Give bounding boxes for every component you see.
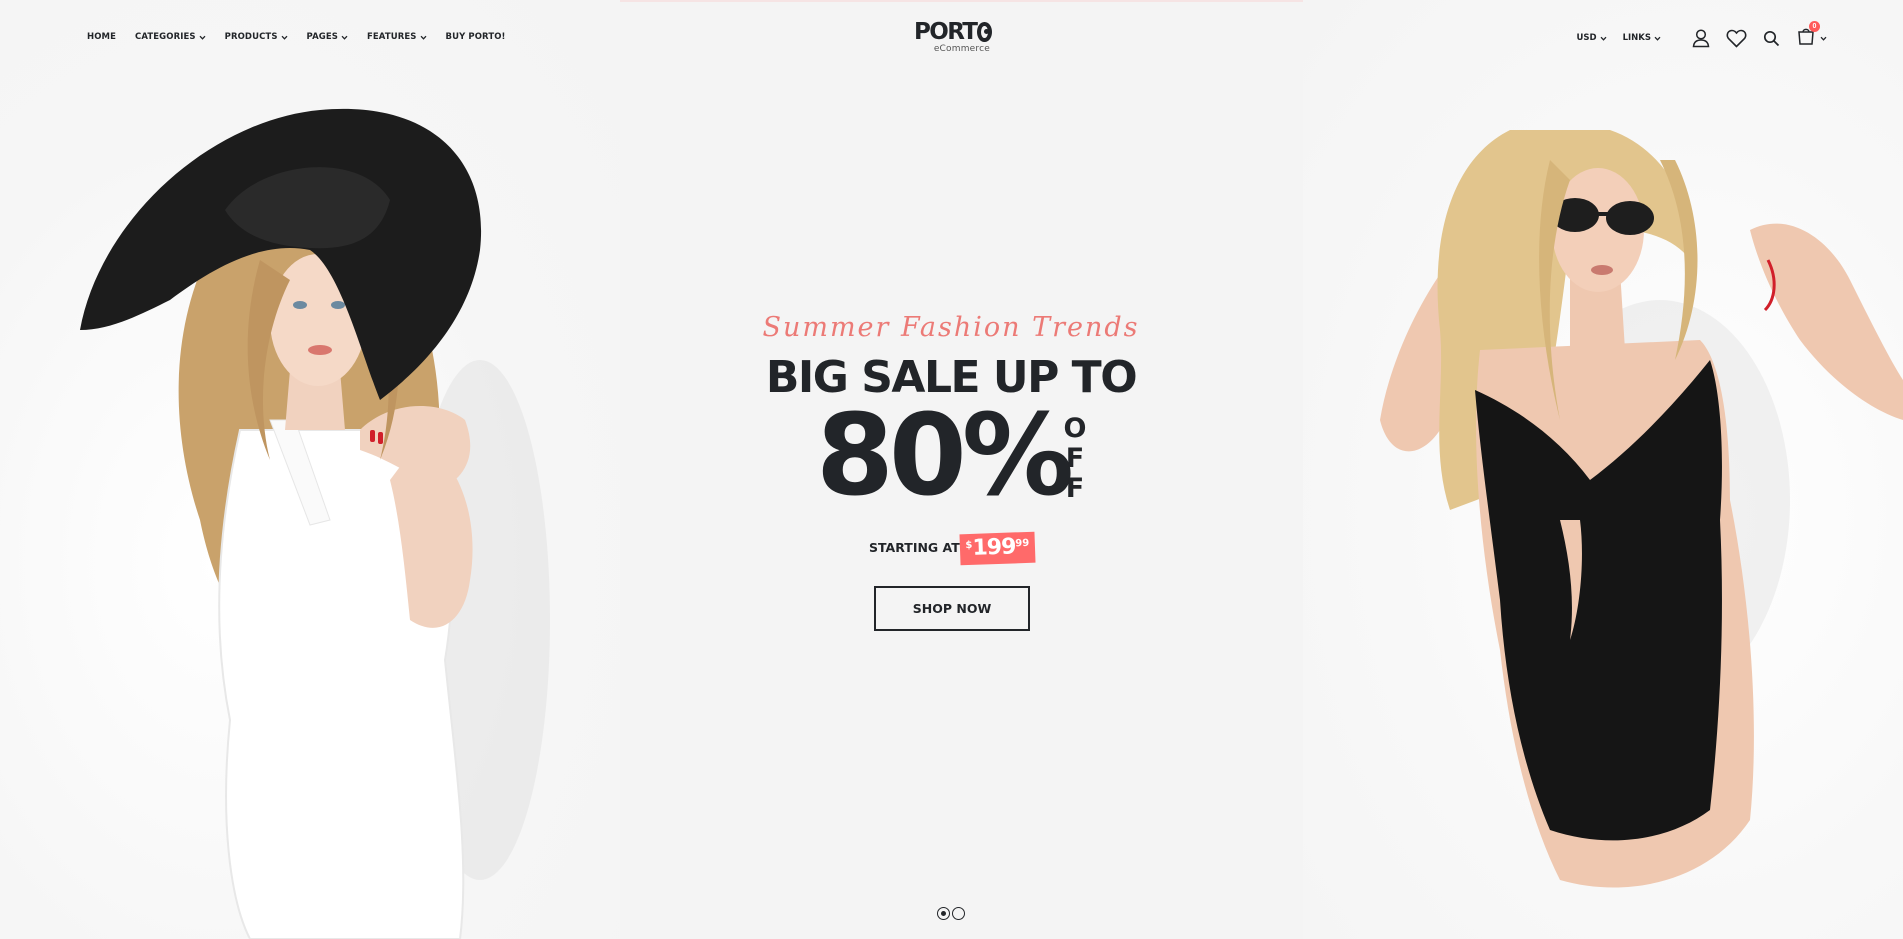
slider-pagination: [937, 907, 967, 920]
nav-item-label: FEATURES: [366, 32, 417, 42]
nav-item-label: PRODUCTS: [224, 32, 278, 42]
chevron-down-icon: [1654, 35, 1661, 42]
cart-button[interactable]: 0: [1797, 21, 1827, 50]
search-icon[interactable]: [1760, 27, 1782, 49]
model-white-dress-image: [60, 100, 580, 939]
logo-wordmark: PORT: [914, 20, 992, 44]
heart-icon[interactable]: [1725, 27, 1747, 49]
site-header: HOME CATEGORIES PRODUCTS PAGES FEATURES …: [0, 0, 1903, 76]
hero-off-label: O F F: [1063, 414, 1087, 504]
starting-at-label: STARTING AT: [869, 540, 960, 555]
site-logo[interactable]: PORT eCommerce: [914, 20, 992, 56]
chevron-down-icon: [1820, 35, 1827, 42]
chevron-down-icon: [420, 34, 427, 41]
logo-o-mark: [977, 22, 992, 42]
chevron-down-icon: [341, 34, 348, 41]
logo-text: PORT: [914, 19, 978, 45]
chevron-down-icon: [199, 34, 206, 41]
nav-item-label: HOME: [87, 32, 117, 42]
header-right-tools: USD LINKS 0: [1577, 21, 1828, 50]
nav-item-label: CATEGORIES: [135, 32, 196, 42]
slider-dot-2[interactable]: [952, 907, 965, 920]
nav-item-pages[interactable]: PAGES: [307, 32, 348, 42]
price-tag: $ 199 99: [959, 531, 1036, 566]
logo-subtitle: eCommerce: [933, 44, 990, 54]
nav-item-products[interactable]: PRODUCTS: [225, 32, 288, 42]
currency-dropdown[interactable]: USD: [1577, 33, 1607, 43]
hero-slider: Summer Fashion Trends BIG SALE UP TO 80%…: [0, 0, 1903, 939]
off-letter: F: [1065, 443, 1085, 474]
nav-item-categories[interactable]: CATEGORIES: [135, 32, 206, 42]
hero-sale-content: Summer Fashion Trends BIG SALE UP TO 80%…: [751, 300, 1151, 650]
hero-percent: 80%: [816, 391, 1074, 521]
hero-script-title: Summer Fashion Trends: [762, 312, 1140, 343]
nav-item-label: PAGES: [306, 32, 338, 42]
user-icon[interactable]: [1690, 27, 1712, 49]
chevron-down-icon: [281, 34, 288, 41]
nav-item-home[interactable]: HOME: [87, 32, 116, 42]
price-cents: 99: [1015, 537, 1030, 550]
off-letter: O: [1063, 413, 1087, 444]
nav-item-features[interactable]: FEATURES: [367, 32, 427, 42]
chevron-down-icon: [1600, 35, 1607, 42]
nav-item-buy-porto[interactable]: BUY PORTO!: [446, 32, 506, 42]
model-black-swimsuit-image: [1330, 120, 1903, 939]
shop-now-button[interactable]: SHOP NOW: [874, 586, 1030, 631]
slider-dot-1[interactable]: [937, 907, 950, 920]
price-main: 199: [972, 534, 1016, 561]
off-letter: F: [1065, 473, 1085, 504]
main-nav: HOME CATEGORIES PRODUCTS PAGES FEATURES …: [87, 32, 525, 42]
links-dropdown[interactable]: LINKS: [1623, 33, 1661, 43]
nav-item-label: BUY PORTO!: [445, 32, 506, 42]
cart-count-badge: 0: [1809, 21, 1820, 32]
links-label: LINKS: [1622, 33, 1651, 43]
currency-label: USD: [1576, 33, 1597, 43]
